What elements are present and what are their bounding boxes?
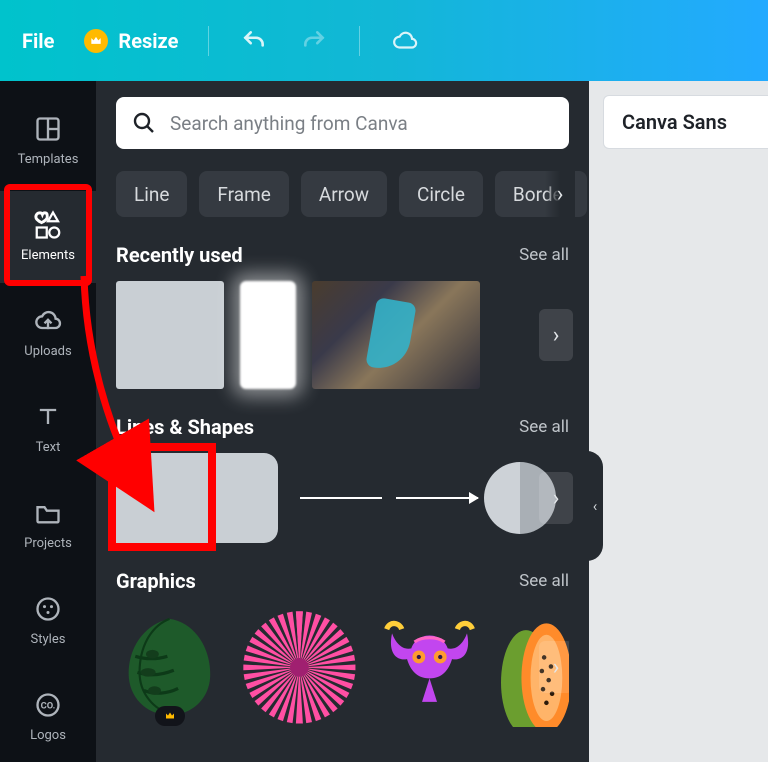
lines-shapes-next[interactable]: › [539, 472, 573, 524]
sidebar-item-label: Text [36, 440, 61, 455]
elements-icon [33, 210, 63, 240]
shape-square[interactable] [116, 453, 206, 543]
file-menu[interactable]: File [22, 29, 54, 53]
chevron-right-icon: › [553, 486, 560, 511]
pro-badge-icon [155, 706, 185, 726]
font-name: Canva Sans [622, 110, 727, 134]
sidebar-item-label: Uploads [24, 344, 71, 359]
elements-panel: Line Frame Arrow Circle Border › Recentl… [96, 81, 589, 762]
chip-frame[interactable]: Frame [199, 171, 288, 217]
see-all-lines-shapes[interactable]: See all [519, 417, 569, 437]
section-title: Graphics [116, 569, 196, 593]
redo-icon [301, 28, 327, 54]
shape-line[interactable] [300, 497, 382, 499]
cloud-icon [392, 28, 418, 54]
resize-button[interactable]: Resize [84, 29, 178, 53]
toolbar-divider [208, 26, 209, 56]
text-icon [33, 402, 63, 432]
chip-arrow[interactable]: Arrow [301, 171, 387, 217]
undo-button[interactable] [239, 26, 269, 56]
undo-icon [241, 28, 267, 54]
top-toolbar: File Resize [0, 0, 768, 81]
chip-circle[interactable]: Circle [399, 171, 483, 217]
section-header-lines-shapes: Lines & Shapes See all [116, 415, 569, 439]
recent-item-blurred[interactable] [240, 281, 296, 389]
search-icon [132, 111, 156, 135]
cloud-sync-button[interactable] [390, 26, 420, 56]
sidebar-item-logos[interactable]: CO. Logos [0, 670, 96, 762]
graphics-next[interactable]: › [539, 641, 569, 693]
resize-label: Resize [118, 29, 178, 53]
recently-used-row: › [116, 281, 569, 389]
chips-scroll-right[interactable]: › [545, 171, 575, 217]
recent-item-square[interactable] [116, 281, 224, 389]
sidebar-item-label: Projects [24, 536, 72, 551]
chevron-right-icon: › [553, 655, 560, 680]
crown-icon [84, 29, 108, 53]
lines-shapes-row: › [116, 453, 569, 543]
styles-icon [33, 594, 63, 624]
redo-button[interactable] [299, 26, 329, 56]
projects-icon [33, 498, 63, 528]
graphic-monstera-leaf[interactable] [116, 612, 223, 722]
section-title: Lines & Shapes [116, 415, 254, 439]
shape-rounded-square[interactable] [206, 453, 278, 543]
toolbar-divider [359, 26, 360, 56]
sidebar-item-label: Styles [31, 632, 66, 647]
section-header-recently-used: Recently used See all [116, 243, 569, 267]
sidebar-item-text[interactable]: Text [0, 383, 96, 475]
graphics-row: › [116, 607, 569, 727]
panel-collapse-handle[interactable]: ‹ [587, 451, 603, 561]
chevron-left-icon: ‹ [593, 497, 598, 515]
search-bar[interactable] [116, 97, 569, 149]
category-chips: Line Frame Arrow Circle Border › [116, 171, 569, 217]
section-header-graphics: Graphics See all [116, 569, 569, 593]
uploads-icon [33, 306, 63, 336]
sidebar-item-label: Templates [18, 152, 79, 167]
recently-used-next[interactable]: › [539, 309, 573, 361]
recent-item-photo[interactable] [312, 281, 480, 389]
sidebar-item-templates[interactable]: Templates [0, 95, 96, 187]
sidebar-item-uploads[interactable]: Uploads [0, 287, 96, 379]
sidebar-item-styles[interactable]: Styles [0, 574, 96, 666]
side-rail: Templates Elements U [0, 81, 96, 762]
chip-line[interactable]: Line [116, 171, 187, 217]
sidebar-item-label: Elements [21, 248, 75, 263]
logos-icon: CO. [33, 690, 63, 720]
chevron-right-icon: › [557, 182, 564, 207]
canvas-area[interactable]: Canva Sans [589, 81, 768, 762]
search-input[interactable] [170, 112, 553, 135]
sidebar-item-label: Logos [30, 728, 66, 743]
sidebar-item-elements[interactable]: Elements [0, 191, 96, 283]
graphic-bull-skull[interactable] [376, 612, 483, 722]
starburst-icon [241, 609, 358, 726]
see-all-graphics[interactable]: See all [519, 571, 569, 591]
see-all-recently-used[interactable]: See all [519, 245, 569, 265]
section-title: Recently used [116, 243, 243, 267]
shape-arrow-line[interactable] [396, 497, 478, 499]
sidebar-item-projects[interactable]: Projects [0, 478, 96, 570]
templates-icon [33, 114, 63, 144]
chevron-right-icon: › [553, 323, 560, 348]
font-selector[interactable]: Canva Sans [603, 95, 768, 149]
graphic-starburst[interactable] [241, 607, 358, 727]
svg-text:CO.: CO. [41, 700, 56, 711]
